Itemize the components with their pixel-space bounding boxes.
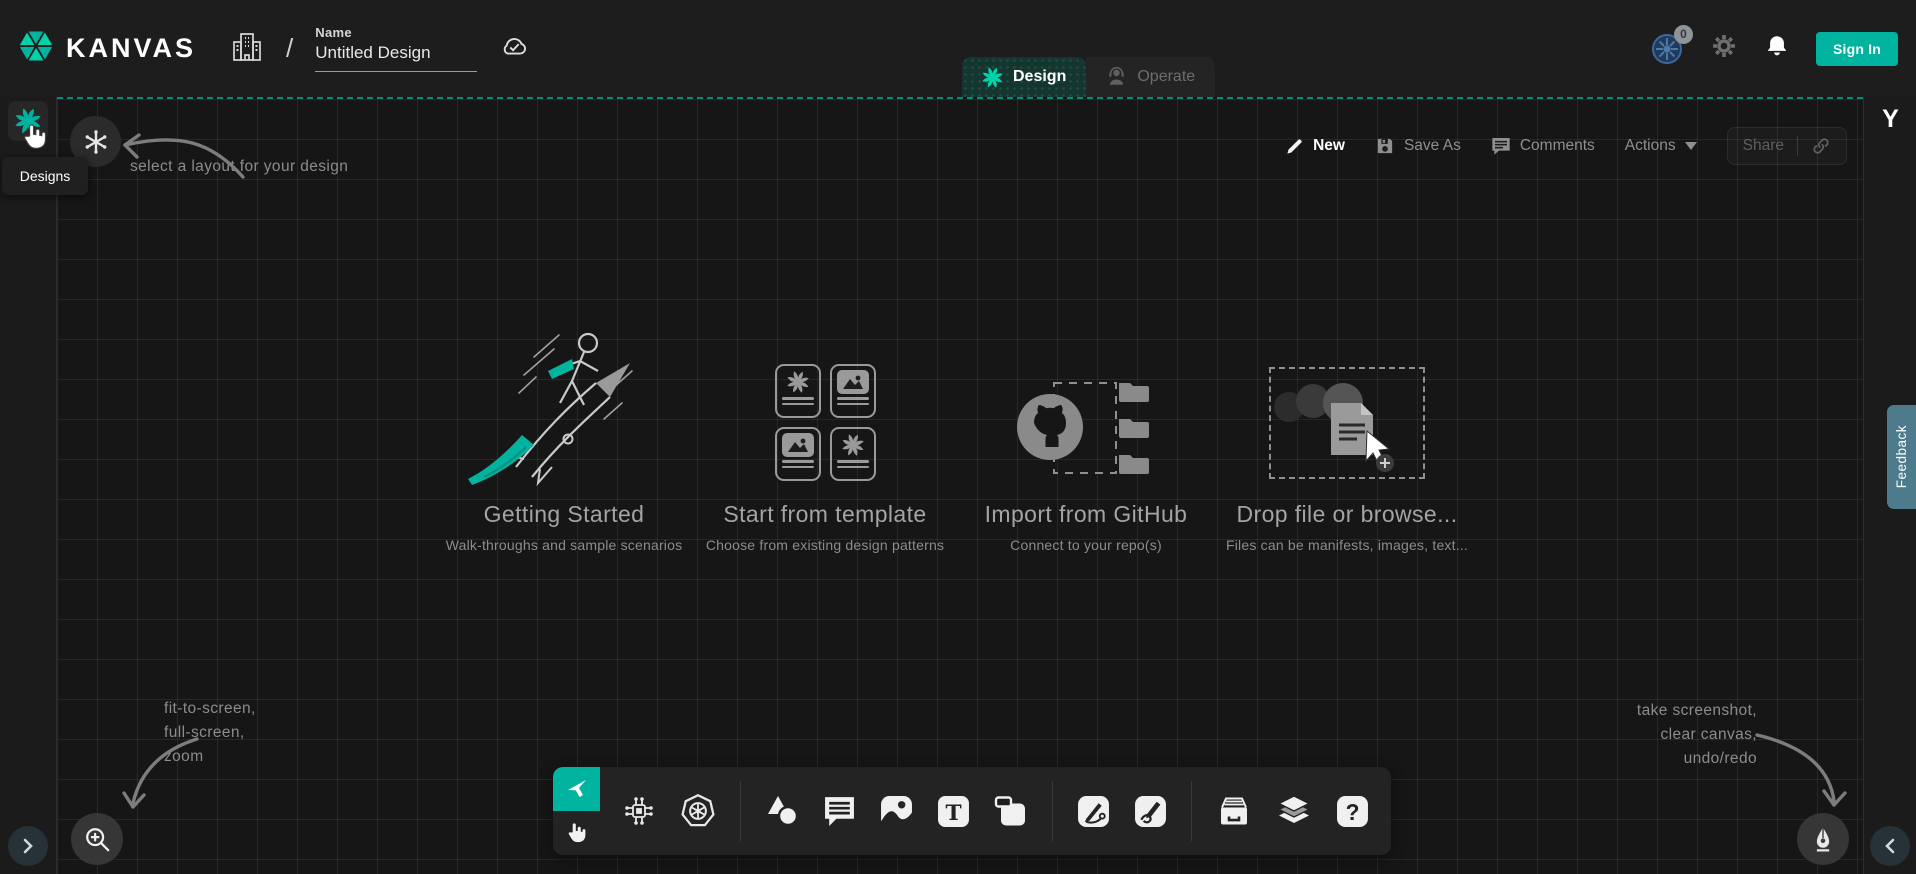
share-button[interactable]: Share [1727, 127, 1847, 165]
wordmark: KANVAS [66, 33, 196, 64]
card-title: Start from template [723, 501, 926, 528]
card-subtitle: Files can be manifests, images, text... [1226, 537, 1468, 553]
organization-icon[interactable] [232, 30, 262, 67]
design-name-input[interactable] [315, 40, 477, 72]
card-title: Import from GitHub [985, 501, 1188, 528]
pen-path-icon[interactable] [1077, 795, 1110, 828]
chevron-down-icon [1685, 142, 1697, 150]
toolbar-divider [740, 781, 741, 841]
toolbar-divider [1052, 781, 1053, 841]
zoom-controls-button[interactable] [71, 813, 123, 865]
layer5-logo: Y [1864, 105, 1916, 134]
card-import-from-github[interactable]: Import from GitHub Connect to your repo(… [962, 325, 1210, 553]
comments-button[interactable]: Comments [1491, 136, 1595, 156]
component-circuit-icon[interactable] [622, 794, 656, 828]
breadcrumb-separator: / [286, 33, 293, 64]
kubernetes-icon[interactable] [680, 793, 716, 829]
mouse-hand-cursor [20, 121, 50, 158]
left-rail: Designs [0, 97, 57, 874]
card-title: Drop file or browse... [1237, 501, 1458, 528]
cloud-saved-icon [499, 33, 529, 64]
card-subtitle: Connect to your repo(s) [1010, 537, 1162, 553]
card-title: Getting Started [484, 501, 645, 528]
kanvas-logo-icon[interactable] [16, 26, 56, 71]
layers-icon[interactable] [1276, 794, 1312, 828]
mode-tabs: Design Operate [962, 57, 1215, 97]
layout-snowflake-icon [84, 130, 108, 154]
rocket-rider-illustration [464, 325, 664, 487]
text-icon[interactable]: T [937, 795, 970, 828]
canvas-controls-hint: take screenshot, clear canvas, undo/redo [1637, 701, 1757, 773]
card-getting-started[interactable]: Getting Started Walk-throughs and sample… [440, 325, 688, 553]
share-divider [1797, 136, 1798, 156]
cursor-arrow-icon [565, 777, 589, 801]
card-drop-file[interactable]: Drop file or browse... Files can be mani… [1223, 325, 1471, 553]
toolbar-divider [1191, 781, 1192, 841]
image-icon[interactable] [880, 795, 913, 828]
design-name-label: Name [315, 25, 477, 40]
app-header: KANVAS / Name [0, 0, 1916, 97]
actions-dropdown[interactable]: Actions [1625, 137, 1697, 155]
svg-text:T: T [945, 800, 961, 825]
designs-tooltip: Designs [2, 157, 88, 195]
chevron-left-icon [1882, 838, 1898, 854]
collapse-panel-button[interactable] [1870, 826, 1910, 866]
floppy-save-icon [1375, 136, 1395, 156]
comment-bubble-icon [1491, 136, 1511, 156]
chevron-right-icon [20, 838, 36, 854]
kanvas-app: KANVAS / Name [0, 0, 1916, 874]
comment-icon[interactable] [823, 795, 856, 828]
drawer-icon[interactable] [1216, 795, 1252, 828]
design-spiral-icon [982, 67, 1003, 88]
select-tool-button[interactable] [553, 767, 600, 811]
file-drop-illustration [1269, 325, 1425, 487]
shapes-icon[interactable] [765, 795, 799, 827]
right-rail: Y Feedback [1863, 97, 1916, 874]
pen-nib-icon [1809, 825, 1837, 853]
help-icon[interactable]: ? [1336, 795, 1369, 828]
kubernetes-context-icon[interactable]: 0 [1650, 32, 1684, 66]
view-controls-hint: fit-to-screen, full-screen, zoom [164, 699, 256, 771]
note-icon[interactable] [994, 795, 1028, 828]
context-count-badge: 0 [1674, 25, 1693, 44]
layout-hint-text: select a layout for your design [130, 157, 348, 176]
new-design-button[interactable]: New [1285, 137, 1345, 156]
card-subtitle: Walk-throughs and sample scenarios [446, 537, 683, 553]
notifications-bell-icon[interactable] [1764, 32, 1790, 65]
settings-gear-icon[interactable] [1710, 32, 1738, 65]
expand-panel-button[interactable] [8, 826, 48, 866]
save-as-button[interactable]: Save As [1375, 136, 1461, 156]
share-link-icon [1811, 136, 1831, 156]
github-illustration [1006, 325, 1166, 487]
hand-pan-icon [565, 820, 589, 846]
card-subtitle: Choose from existing design patterns [706, 537, 944, 553]
pencil-new-icon [1285, 137, 1304, 156]
template-grid-illustration [775, 325, 876, 487]
design-canvas[interactable]: select a layout for your design fit-to-s… [57, 97, 1863, 874]
tab-operate[interactable]: Operate [1086, 57, 1215, 97]
drop-zone-dashed-border[interactable] [1269, 367, 1425, 479]
freehand-draw-icon[interactable] [1134, 795, 1167, 828]
feedback-tab[interactable]: Feedback [1887, 405, 1916, 509]
design-actions-toolbar: New Save As Comments Actions [1285, 127, 1847, 165]
zoom-in-magnifier-icon [83, 825, 111, 853]
svg-text:?: ? [1346, 798, 1360, 824]
sign-in-button[interactable]: Sign In [1816, 32, 1898, 66]
pan-tool-button[interactable] [553, 811, 600, 855]
whiteboard-pen-button[interactable] [1797, 813, 1849, 865]
shape-toolbar: T [553, 767, 1391, 855]
tab-design[interactable]: Design [962, 57, 1086, 97]
operator-icon [1106, 67, 1127, 88]
welcome-cards: Getting Started Walk-throughs and sample… [440, 325, 1484, 553]
card-start-from-template[interactable]: Start from template Choose from existing… [701, 325, 949, 553]
